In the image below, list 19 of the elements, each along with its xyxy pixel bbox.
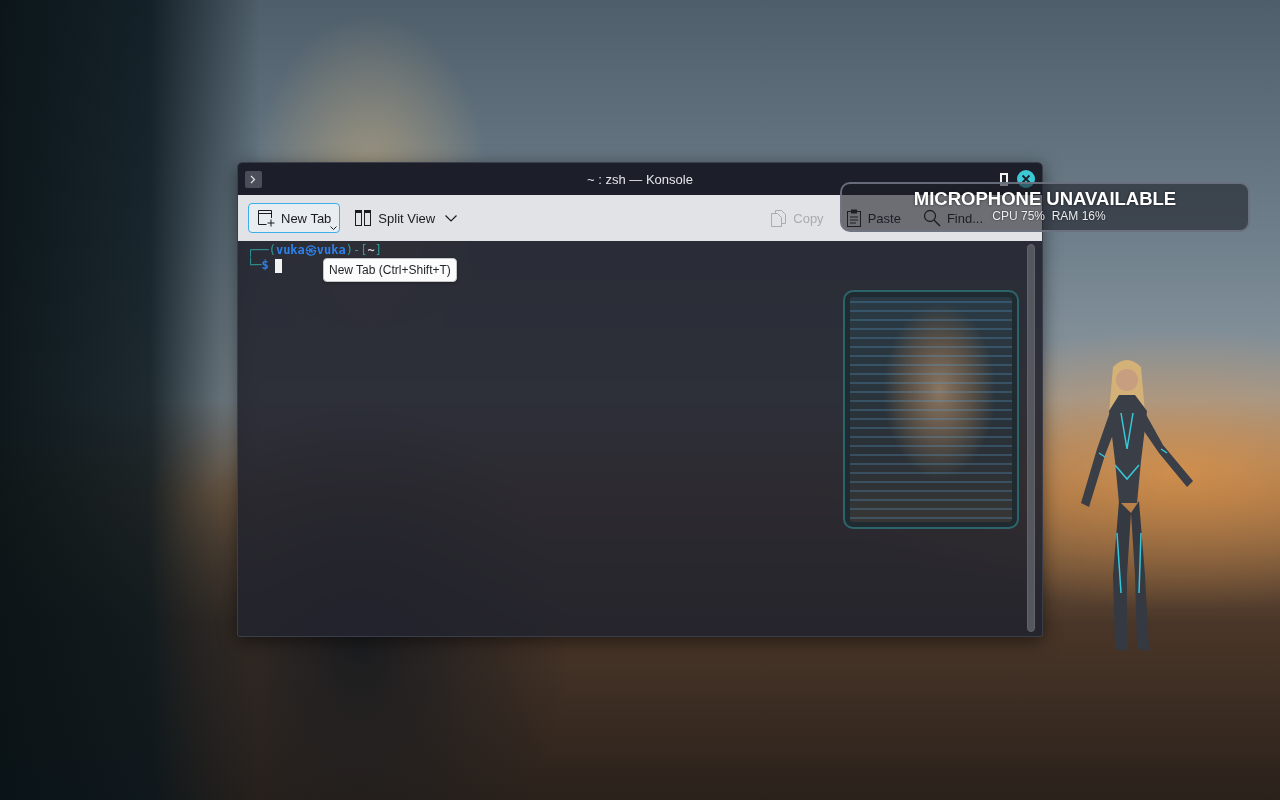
window-plus-icon [257,209,275,227]
prompt-line: ┌──(vuka㉿vuka)-[~] [247,243,382,258]
notification-title: MICROPHONE UNAVAILABLE [913,188,1177,209]
new-tab-button[interactable]: New Tab [248,203,341,233]
copy-icon [770,209,788,227]
terminal-area[interactable]: ┌──(vuka㉿vuka)-[~] └─$ New Tab (Ctrl+Shift+T) [238,241,1042,636]
search-icon [922,209,941,227]
close-icon[interactable] [1017,170,1035,188]
scrollbar[interactable] [1027,244,1035,632]
window-title: ~ : zsh — Konsole [587,171,693,187]
notification-detail: CPU 75% RAM 16% [992,209,1106,223]
terminal-icon[interactable] [245,170,262,188]
clipboard-icon [845,209,862,227]
chevron-down-icon [445,214,458,222]
split-view-button[interactable]: Split View [345,203,467,233]
tooltip: New Tab (Ctrl+Shift+T) [323,258,457,282]
prompt-line: └─$ [247,258,269,273]
maximize-icon[interactable] [1000,172,1008,186]
two-panes-icon [354,209,373,227]
